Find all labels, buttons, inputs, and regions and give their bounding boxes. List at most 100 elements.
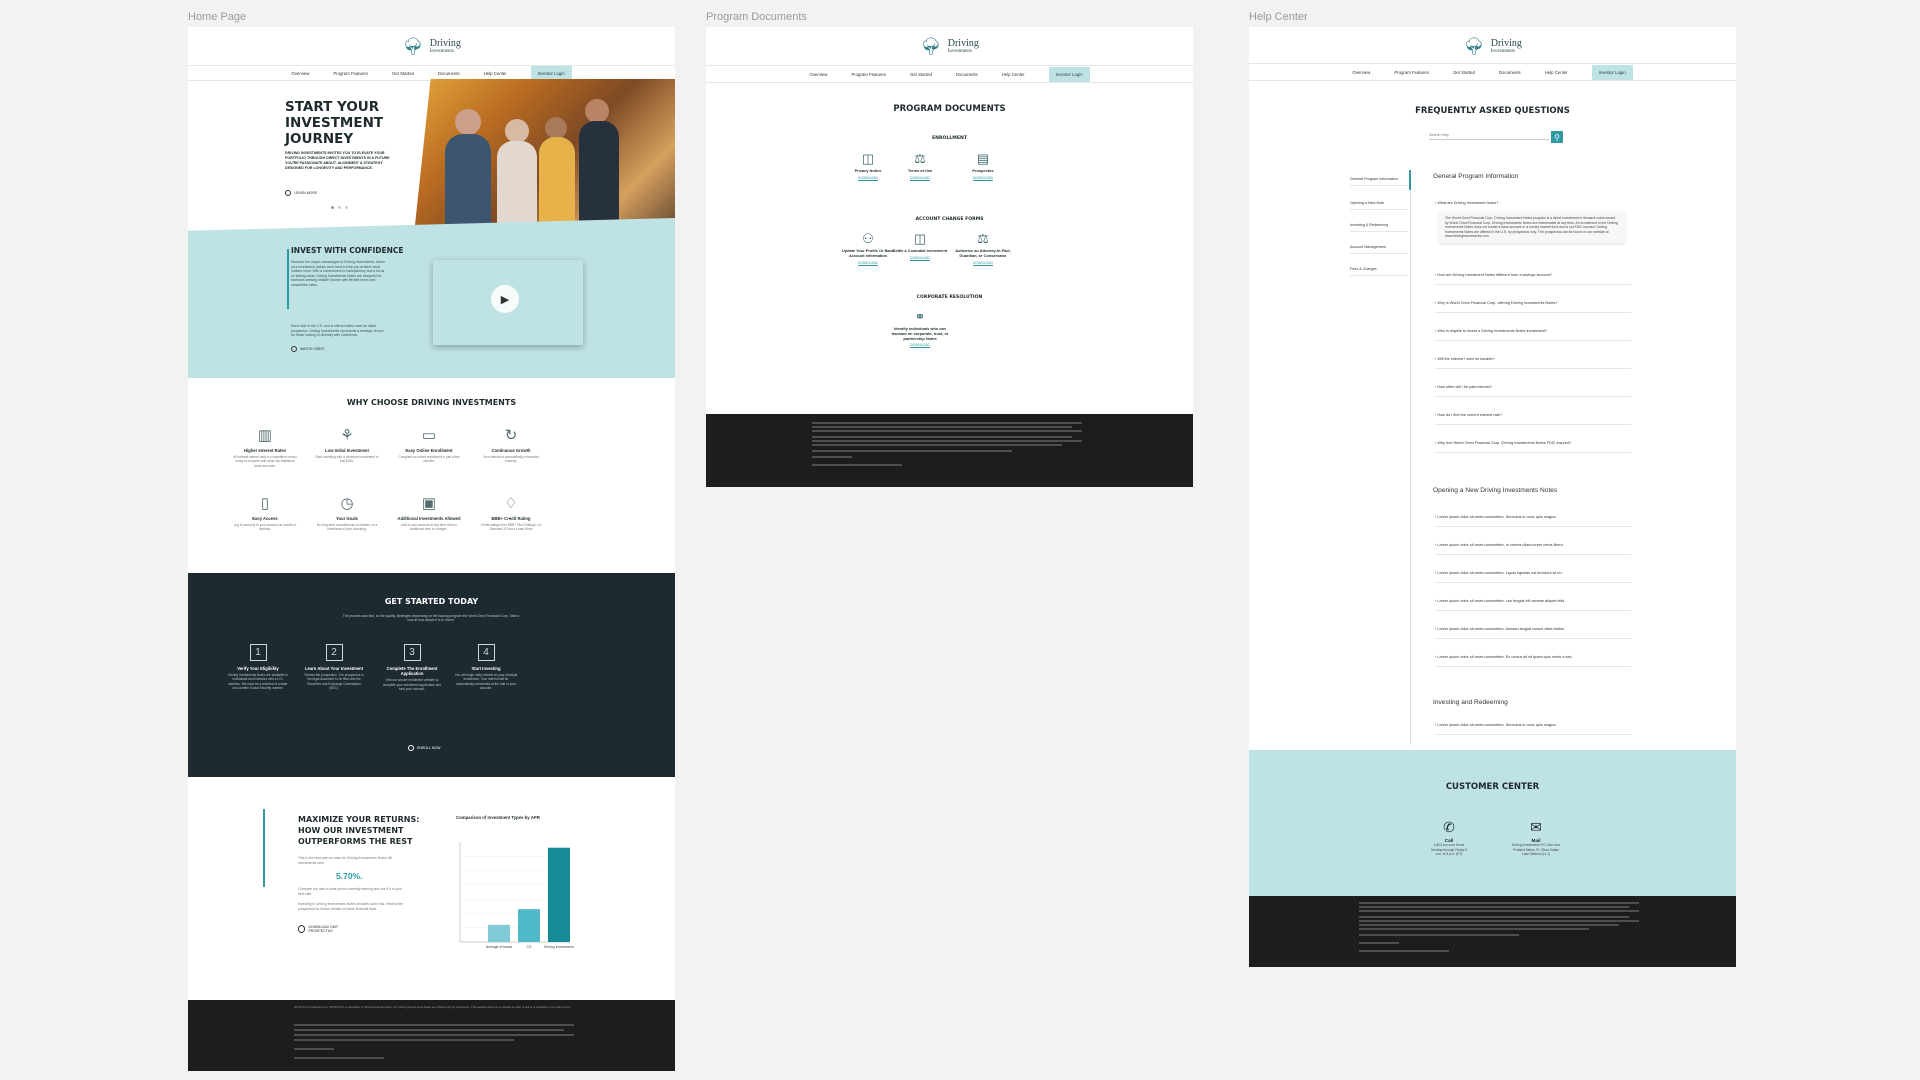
feature-title: Low Initial Investment [325, 448, 369, 453]
nav-investor-login[interactable]: Investor Login [1048, 66, 1090, 82]
docs-footer [706, 414, 1193, 487]
faq-question-open[interactable]: › What are Driving Investment Notes? [1435, 201, 1498, 205]
footer-line [294, 1024, 574, 1026]
feature-item: ▯ Easy Access Log in securely to your acco… [232, 495, 298, 532]
faq-question[interactable]: › Lorem ipsum dolor sit amet consectetur… [1435, 515, 1631, 527]
tree-logo-icon[interactable]: 🌳︎ [1463, 38, 1485, 55]
tree-logo-icon[interactable]: 🌳︎ [920, 38, 942, 55]
phone-icon: ▯ [260, 495, 270, 512]
download-link[interactable]: DOWNLOAD [891, 256, 949, 260]
nav-get-started[interactable]: Get Started [1453, 70, 1475, 75]
faq-question[interactable]: › Lorem ipsum dolor sit amet consectetur… [1435, 723, 1631, 735]
sidebar-item[interactable]: General Program Information [1350, 177, 1408, 186]
nav-documents[interactable]: Documents [1499, 70, 1521, 75]
main-nav: Overview Program Features Get Started Do… [188, 65, 675, 81]
sidebar-divider [1410, 170, 1411, 745]
step-item: 3 Complete The Enrollment Application Visi… [380, 642, 444, 691]
site-header: 🌳︎ Driving Investments [706, 27, 1193, 65]
faq-question[interactable]: › How often will I be paid interest? [1435, 385, 1631, 397]
document-item[interactable]: ◫ Privacy Notice DOWNLOAD [839, 151, 897, 180]
step-number: 4 [477, 644, 495, 661]
nav-help-center[interactable]: Help Center [484, 71, 507, 76]
faq-question-text: Lorem ipsum dolor sit amet consectetur. … [1437, 571, 1563, 575]
footer-line [1359, 906, 1629, 908]
sidebar-item[interactable]: Fees & Charges [1350, 267, 1408, 276]
step-item: 4 Start Investing You will begin daily int… [454, 642, 518, 690]
learn-more-button[interactable]: LEARN MORE [285, 190, 317, 196]
faq-question[interactable]: › Will the interest I earn be taxable? [1435, 357, 1631, 369]
play-icon[interactable]: ▶ [491, 285, 519, 313]
document-title: Settle a Custodial Investment [892, 248, 948, 253]
sidebar-item[interactable]: Opening a New Note [1350, 201, 1408, 210]
faq-question[interactable]: › Lorem ipsum dolor sit amet consectetur… [1435, 543, 1631, 555]
faq-category-title: Investing and Redeeming [1433, 699, 1508, 706]
download-prospectus-button[interactable]: DOWNLOAD OUR PROSPECTUS [298, 925, 358, 933]
nav-help-center[interactable]: Help Center [1545, 70, 1568, 75]
faq-question[interactable]: › Lorem ipsum dolor sit amet consectetur… [1435, 599, 1631, 611]
nav-investor-login[interactable]: Investor Login [530, 65, 572, 81]
carousel-dot[interactable] [331, 206, 334, 209]
nav-overview[interactable]: Overview [1352, 70, 1370, 75]
download-link[interactable]: DOWNLOAD [839, 176, 897, 180]
document-item[interactable]: ⚖ Terms of Use DOWNLOAD [891, 151, 949, 180]
download-link[interactable]: DOWNLOAD [954, 261, 1012, 265]
nav-program-features[interactable]: Program Features [1394, 70, 1429, 75]
search-icon[interactable]: ⚲ [1551, 131, 1563, 143]
faq-question-text: Lorem ipsum dolor sit amet consectetur. … [1437, 515, 1557, 519]
nav-documents[interactable]: Documents [956, 72, 978, 77]
nav-program-features[interactable]: Program Features [851, 72, 886, 77]
get-started-intro: The process was fast, so the quality, st… [342, 614, 520, 623]
enrollment-heading: ENROLLMENT [932, 136, 967, 141]
nav-overview[interactable]: Overview [291, 71, 309, 76]
customer-center-title: CUSTOMER CENTER [1445, 782, 1540, 792]
faq-search-input[interactable] [1429, 133, 1549, 137]
faq-question[interactable]: › Why is World Omni Financial Corp. offe… [1435, 301, 1631, 313]
video-thumbnail[interactable]: ▶ [433, 260, 583, 345]
download-link[interactable]: DOWNLOAD [839, 261, 897, 265]
person-shape [539, 137, 575, 225]
person-shape [497, 141, 537, 225]
watch-video-button[interactable]: WATCH VIDEO [291, 346, 324, 352]
footer-line [294, 1057, 384, 1059]
mail-text: Driving Investments P.O. Box xxxx Portla… [1511, 843, 1561, 857]
help-center-frame: 🌳︎ Driving Investments Overview Program … [1249, 27, 1736, 967]
faq-question[interactable]: › Who is eligible to invest a Driving In… [1435, 329, 1631, 341]
nav-overview[interactable]: Overview [809, 72, 827, 77]
faq-question[interactable]: › Lorem ipsum dolor sit amet consectetur… [1435, 627, 1631, 639]
document-item[interactable]: ◫ Settle a Custodial Investment DOWNLOAD [891, 231, 949, 260]
faq-question[interactable]: › How do I find the current interest rat… [1435, 413, 1631, 425]
faq-question[interactable]: › Why isn't World Omni Financial Corp. D… [1435, 441, 1631, 453]
document-item[interactable]: ⚭ Identify individuals who can transact o… [891, 309, 949, 347]
step-desc: Driving Investments Notes are available … [228, 673, 288, 690]
carousel-dot[interactable] [338, 206, 341, 209]
download-link[interactable]: DOWNLOAD [891, 176, 949, 180]
faq-question[interactable]: › Lorem ipsum dolor sit amet consectetur… [1435, 655, 1631, 667]
brand-sub: Investments [429, 48, 454, 54]
download-link[interactable]: DOWNLOAD [891, 343, 949, 347]
sidebar-item[interactable]: Investing & Redeeming [1350, 223, 1408, 232]
document-item[interactable]: ▤ Prospectus DOWNLOAD [954, 151, 1012, 180]
terms-doc-icon: ⚖ [914, 151, 926, 166]
faq-question[interactable]: › Lorem ipsum dolor sit amet consectetur… [1435, 571, 1631, 583]
returns-text: This is the best rate we have for Drivin… [298, 856, 393, 865]
confidence-text-2: Each note in the U.S. and is offered wit… [291, 324, 384, 338]
nav-get-started[interactable]: Get Started [910, 72, 932, 77]
mail-icon: ✉ [1530, 819, 1542, 835]
download-link[interactable]: DOWNLOAD [954, 176, 1012, 180]
carousel-dots [331, 206, 348, 209]
faq-question[interactable]: › How are Driving Investment Notes diffe… [1435, 273, 1631, 285]
nav-help-center[interactable]: Help Center [1002, 72, 1025, 77]
phone-icon: ✆ [1443, 819, 1455, 835]
enroll-now-button[interactable]: ENROLL NOW [408, 745, 440, 751]
document-item[interactable]: ⚖ Authorize an Attorney-In-Fact, Guardian… [954, 231, 1012, 265]
nav-get-started[interactable]: Get Started [392, 71, 414, 76]
carousel-dot[interactable] [345, 206, 348, 209]
feature-desc: Log in securely to your account on mobil… [233, 523, 297, 532]
faq-question-text: Lorem ipsum dolor sit amet consectetur. … [1437, 599, 1566, 603]
nav-investor-login[interactable]: Investor Login [1591, 64, 1633, 80]
tree-logo-icon[interactable]: 🌳︎ [402, 38, 424, 55]
sidebar-item[interactable]: Account Management [1350, 245, 1408, 254]
document-item[interactable]: ⚇ Update Your Profile Or Bank Account Inf… [839, 231, 897, 265]
nav-documents[interactable]: Documents [438, 71, 460, 76]
nav-program-features[interactable]: Program Features [333, 71, 368, 76]
